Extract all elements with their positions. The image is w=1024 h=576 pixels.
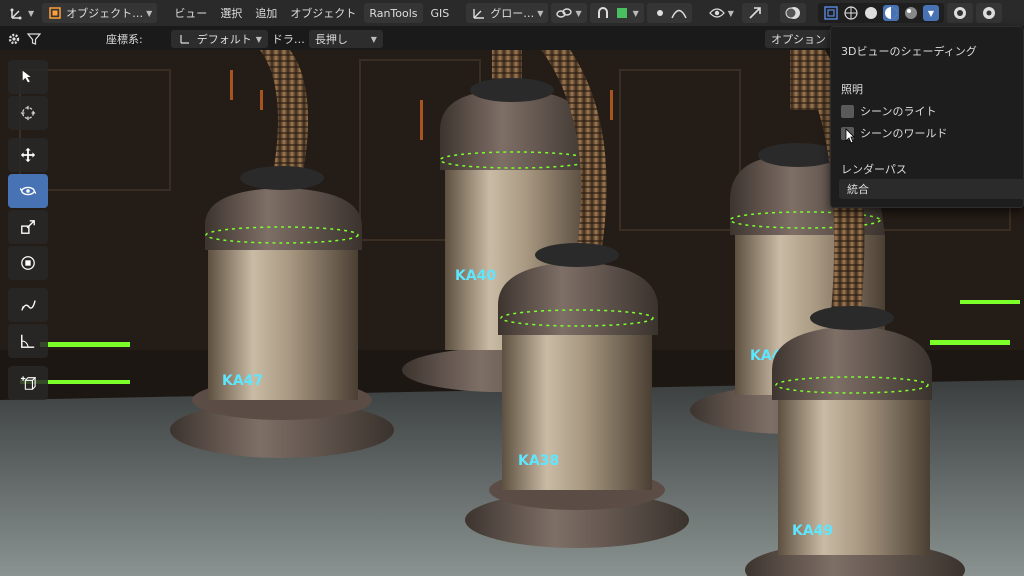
mode-select[interactable]: オブジェクト… ▼ bbox=[42, 3, 158, 23]
tool-move[interactable] bbox=[8, 138, 48, 172]
solid-shading-icon[interactable] bbox=[863, 5, 879, 21]
material-shading-icon[interactable] bbox=[882, 5, 899, 21]
xray-icon[interactable] bbox=[823, 5, 839, 21]
render-circle-icon bbox=[952, 5, 968, 21]
tool-select-box[interactable] bbox=[8, 60, 48, 94]
chevron-down-icon: ▼ bbox=[727, 8, 734, 18]
chevron-down-icon: ▼ bbox=[575, 8, 582, 18]
ruler-angle-icon bbox=[20, 333, 36, 349]
orientation-icon bbox=[471, 5, 487, 21]
pencil-curve-icon bbox=[20, 297, 36, 313]
falloff-curve-icon bbox=[671, 5, 687, 21]
crosshair-icon bbox=[20, 105, 36, 121]
proportional-editing-toggle[interactable] bbox=[646, 3, 692, 23]
render-pass-select[interactable]: 統合 bbox=[839, 179, 1024, 199]
select-cursor-icon bbox=[20, 69, 36, 85]
add-cube-icon bbox=[20, 375, 36, 391]
drag-value: 長押し bbox=[314, 33, 348, 46]
gizmo-toggle[interactable] bbox=[741, 3, 768, 23]
eye-icon bbox=[708, 5, 725, 21]
tool-cursor[interactable] bbox=[8, 96, 48, 130]
transform-orientation-select[interactable]: グロー… ▼ bbox=[466, 3, 549, 23]
render-toggle-1[interactable] bbox=[946, 3, 973, 23]
render-toggle-2[interactable] bbox=[975, 3, 1002, 23]
tool-add-cube[interactable] bbox=[8, 366, 48, 400]
menu-add[interactable]: 追加 bbox=[250, 3, 282, 23]
chevron-down-icon: ▼ bbox=[632, 8, 639, 18]
tool-transform[interactable] bbox=[8, 246, 48, 280]
shading-popover-toggle[interactable]: ▼ bbox=[922, 5, 939, 21]
menu-view[interactable]: ビュー bbox=[169, 3, 212, 23]
render-pass-label: レンダーパス bbox=[841, 163, 907, 176]
tool-rotate[interactable] bbox=[8, 174, 48, 208]
coordinate-system-value: デフォルト bbox=[196, 33, 252, 46]
lighting-section-label: 照明 bbox=[841, 83, 863, 96]
menu-select[interactable]: 選択 bbox=[215, 3, 247, 23]
move-arrows-icon bbox=[20, 147, 36, 163]
scene-world-label: シーンのワールド bbox=[860, 127, 948, 140]
wireframe-shading-icon[interactable] bbox=[843, 5, 859, 21]
options-button[interactable]: オプション bbox=[765, 30, 832, 48]
scale-icon bbox=[20, 219, 36, 235]
object-mode-icon bbox=[47, 5, 63, 21]
coordinate-system-select[interactable]: デフォルト ▼ bbox=[170, 30, 268, 48]
orientation-icon bbox=[177, 31, 193, 47]
snap-toggle[interactable]: ▼ bbox=[589, 3, 644, 23]
scene-world-option[interactable]: シーンのワールド bbox=[841, 125, 947, 141]
overlay-spheres-icon bbox=[785, 5, 801, 21]
scene-lights-label: シーンのライト bbox=[860, 105, 937, 118]
cylinder-label: KA49 bbox=[792, 523, 833, 539]
link-icon bbox=[556, 5, 573, 21]
render-ring-icon bbox=[981, 5, 997, 21]
visibility-toggle[interactable]: ▼ bbox=[704, 3, 739, 23]
shading-popover: 3Dビューのシェーディング 照明 シーンのライト シーンのワールド レンダーパス… bbox=[830, 26, 1024, 208]
editor-type-button[interactable]: ▼ bbox=[4, 3, 39, 23]
chevron-down-icon: ▼ bbox=[537, 8, 544, 18]
magnet-icon bbox=[595, 5, 611, 21]
menu-gis[interactable]: GIS bbox=[426, 3, 455, 23]
snap-target-icon bbox=[614, 5, 630, 21]
drag-label: ドラ… bbox=[271, 33, 305, 46]
shading-group: ▼ bbox=[817, 3, 944, 23]
cylinder-label: KA40 bbox=[455, 268, 496, 284]
chevron-down-icon: ▼ bbox=[370, 34, 377, 44]
axes-icon bbox=[9, 5, 25, 21]
coordinate-system-label: 座標系: bbox=[106, 33, 143, 46]
overlay-toggle[interactable] bbox=[779, 3, 806, 23]
transform-icon bbox=[20, 255, 36, 271]
rotate-icon bbox=[20, 183, 36, 199]
tool-measure[interactable] bbox=[8, 324, 48, 358]
chevron-down-icon: ▼ bbox=[255, 34, 262, 44]
filter-icon[interactable] bbox=[26, 31, 42, 47]
scene-lights-checkbox[interactable] bbox=[841, 104, 854, 118]
scene-lights-option[interactable]: シーンのライト bbox=[841, 103, 936, 119]
menu-object[interactable]: オブジェクト bbox=[285, 3, 361, 23]
orientation-label: グロー… bbox=[490, 7, 535, 20]
cylinder-label: KA47 bbox=[222, 373, 263, 389]
gear-icon[interactable] bbox=[6, 31, 22, 47]
viewport-header: ▼ オブジェクト… ▼ ビュー 選択 追加 オブジェクト RanTools GI… bbox=[0, 0, 1024, 26]
tool-scale[interactable] bbox=[8, 210, 48, 244]
rendered-shading-icon[interactable] bbox=[903, 5, 919, 21]
chevron-down-icon: ▼ bbox=[927, 8, 934, 18]
gizmo-arrow-icon bbox=[747, 5, 763, 21]
pivot-point-select[interactable]: ▼ bbox=[551, 3, 587, 23]
mode-select-label: オブジェクト… bbox=[66, 7, 144, 20]
proportional-dot-icon bbox=[652, 5, 668, 21]
chevron-down-icon: ▼ bbox=[28, 8, 35, 18]
cylinder-label: KA38 bbox=[518, 453, 559, 469]
tool-annotate[interactable] bbox=[8, 288, 48, 322]
left-toolbar bbox=[8, 60, 50, 400]
chevron-down-icon: ▼ bbox=[146, 8, 153, 18]
mouse-cursor-icon bbox=[845, 128, 855, 147]
menu-rantools[interactable]: RanTools bbox=[364, 3, 423, 23]
drag-select[interactable]: 長押し ▼ bbox=[308, 30, 383, 48]
popover-title: 3Dビューのシェーディング bbox=[841, 45, 977, 58]
